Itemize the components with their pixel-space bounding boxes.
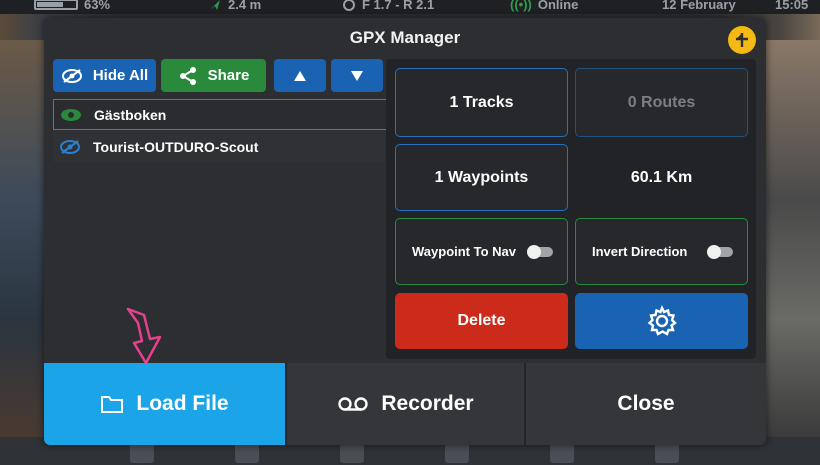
battery-status: 63% bbox=[34, 0, 110, 12]
date-text: 12 February bbox=[662, 0, 736, 12]
date-status: 12 February bbox=[662, 0, 736, 12]
distance-text: 2.4 m bbox=[228, 0, 262, 12]
share-button[interactable]: Share bbox=[161, 59, 266, 92]
map-right-strip bbox=[764, 40, 820, 440]
move-down-button[interactable] bbox=[331, 59, 383, 92]
heart-icon[interactable] bbox=[340, 443, 364, 463]
battery-text: 63% bbox=[84, 0, 111, 12]
close-label: Close bbox=[617, 392, 675, 415]
load-file-button[interactable]: Load File bbox=[44, 363, 285, 445]
recorder-button[interactable]: Recorder bbox=[287, 363, 524, 445]
tracks-count: 1 Tracks bbox=[449, 93, 514, 111]
file-name: Gästboken bbox=[94, 106, 167, 123]
navigate-icon[interactable] bbox=[235, 443, 259, 463]
load-file-label: Load File bbox=[136, 392, 229, 415]
recorder-label: Recorder bbox=[381, 392, 474, 415]
pin-icon bbox=[736, 33, 748, 47]
status-bar: 63% 2.4 m F 1.7 - R 2.1 ((•)) Online 12 … bbox=[0, 0, 820, 14]
battery-icon bbox=[34, 0, 78, 10]
file-name: Tourist-OUTDURO-Scout bbox=[93, 138, 259, 155]
invert-direction-tile[interactable]: Invert Direction bbox=[575, 218, 748, 285]
folder-icon bbox=[101, 396, 124, 413]
dialog-title: GPX Manager bbox=[349, 28, 461, 47]
delete-button[interactable]: Delete bbox=[395, 293, 568, 349]
waypoint-to-nav-label: Waypoint To Nav bbox=[412, 244, 516, 259]
gpx-manager-dialog: GPX Manager Hide All Share Gästboken Tou… bbox=[44, 18, 766, 445]
annotation-arrow bbox=[126, 307, 162, 365]
gear-icon[interactable] bbox=[655, 443, 679, 463]
hide-all-label: Hide All bbox=[92, 67, 149, 84]
delete-label: Delete bbox=[457, 312, 506, 329]
wifi-icon: ((•)) bbox=[510, 0, 532, 12]
stats-panel: 1 Tracks 0 Routes 1 Waypoints 60.1 Km Wa… bbox=[386, 59, 756, 359]
gear-text: F 1.7 - R 2.1 bbox=[362, 0, 435, 12]
time-text: 15:05 bbox=[775, 0, 809, 12]
home-icon[interactable] bbox=[130, 443, 154, 463]
triangle-up-icon bbox=[294, 70, 306, 81]
distance-tile: 60.1 Km bbox=[575, 144, 748, 211]
list-item[interactable]: Tourist-OUTDURO-Scout bbox=[53, 131, 387, 162]
bag-icon[interactable] bbox=[550, 443, 574, 463]
time-status: 15:05 bbox=[775, 0, 808, 12]
waypoints-tile[interactable]: 1 Waypoints bbox=[395, 144, 568, 211]
arrow-icon bbox=[210, 0, 220, 10]
settings-button[interactable] bbox=[575, 293, 748, 349]
connection-text: Online bbox=[537, 0, 579, 12]
eye-icon[interactable] bbox=[60, 108, 82, 122]
triangle-down-icon bbox=[351, 70, 363, 81]
connection-status: ((•)) Online bbox=[510, 0, 578, 12]
routes-count: 0 Routes bbox=[627, 93, 696, 111]
move-up-button[interactable] bbox=[274, 59, 326, 92]
invert-direction-label: Invert Direction bbox=[592, 244, 688, 259]
gear-icon bbox=[647, 305, 677, 336]
voicemail-icon bbox=[338, 397, 369, 411]
waypoints-count: 1 Waypoints bbox=[434, 168, 529, 186]
hide-all-button[interactable]: Hide All bbox=[53, 59, 156, 92]
gear-status: F 1.7 - R 2.1 bbox=[342, 0, 434, 12]
eye-off-icon[interactable] bbox=[59, 139, 81, 155]
invert-direction-toggle[interactable] bbox=[707, 245, 733, 259]
list-item[interactable]: Gästboken bbox=[53, 99, 387, 130]
tracks-tile[interactable]: 1 Tracks bbox=[395, 68, 568, 137]
share-label: Share bbox=[207, 67, 250, 84]
total-distance: 60.1 Km bbox=[630, 168, 693, 186]
waypoint-to-nav-toggle[interactable] bbox=[527, 245, 553, 259]
location-icon[interactable] bbox=[445, 443, 469, 463]
share-icon bbox=[179, 66, 196, 85]
waypoint-to-nav-tile[interactable]: Waypoint To Nav bbox=[395, 218, 568, 285]
eye-off-icon bbox=[61, 68, 82, 83]
routes-tile[interactable]: 0 Routes bbox=[575, 68, 748, 137]
close-button[interactable]: Close bbox=[526, 363, 766, 445]
map-left-strip bbox=[0, 40, 46, 440]
cog-icon bbox=[343, 0, 355, 11]
pin-button[interactable] bbox=[728, 26, 756, 54]
distance-status: 2.4 m bbox=[208, 0, 261, 12]
